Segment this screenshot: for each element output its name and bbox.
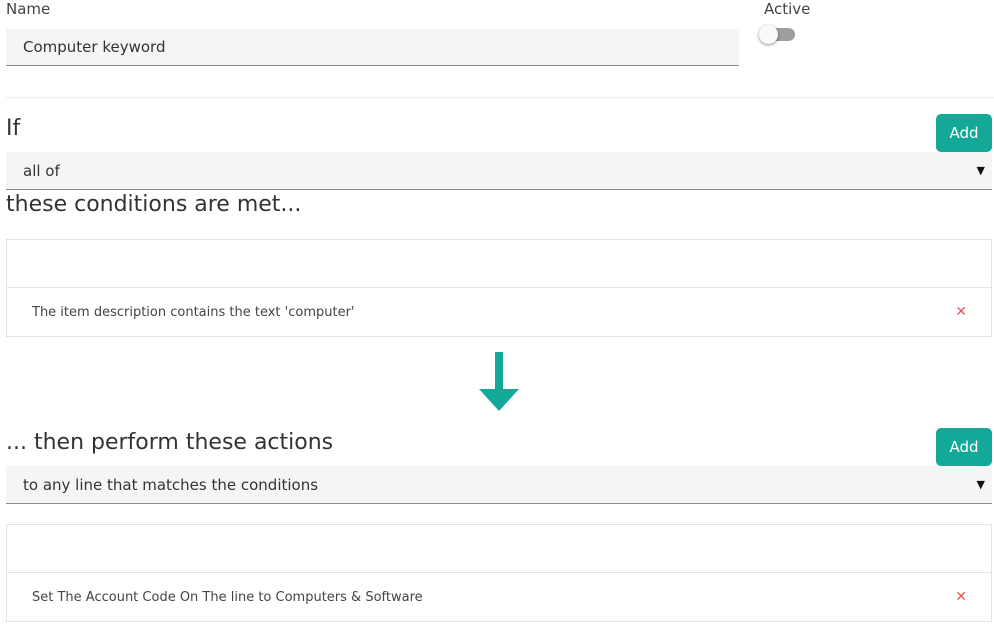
condition-text: The item description contains the text '…: [32, 304, 355, 320]
if-heading: If: [6, 116, 21, 141]
caret-down-icon: ▼: [976, 164, 985, 177]
action-scope-select[interactable]: to any line that matches the conditions …: [6, 466, 992, 504]
caret-down-icon: ▼: [976, 478, 985, 491]
actions-list: Set The Account Code On The line to Comp…: [6, 524, 992, 622]
condition-match-value: all of: [23, 161, 60, 180]
name-input[interactable]: [6, 29, 739, 66]
action-text: Set The Account Code On The line to Comp…: [32, 589, 423, 605]
action-row[interactable]: Set The Account Code On The line to Comp…: [7, 572, 991, 621]
action-scope-value: to any line that matches the conditions: [23, 475, 319, 494]
add-action-button[interactable]: Add: [936, 428, 992, 466]
arrow-down-icon: [495, 352, 503, 390]
condition-row[interactable]: The item description contains the text '…: [7, 287, 991, 336]
arrow-down-icon-head: [479, 389, 519, 411]
name-label: Name: [6, 0, 51, 18]
close-icon[interactable]: ✕: [955, 305, 967, 319]
conditions-list: The item description contains the text '…: [6, 239, 992, 337]
active-toggle-knob[interactable]: [759, 25, 778, 44]
condition-match-select[interactable]: all of ▼: [6, 152, 992, 190]
section-divider: [6, 97, 994, 98]
add-condition-button[interactable]: Add: [936, 114, 992, 152]
active-label: Active: [764, 0, 811, 18]
close-icon[interactable]: ✕: [955, 590, 967, 604]
then-heading: ... then perform these actions: [6, 430, 334, 455]
conditions-met-heading: these conditions are met...: [6, 192, 302, 217]
